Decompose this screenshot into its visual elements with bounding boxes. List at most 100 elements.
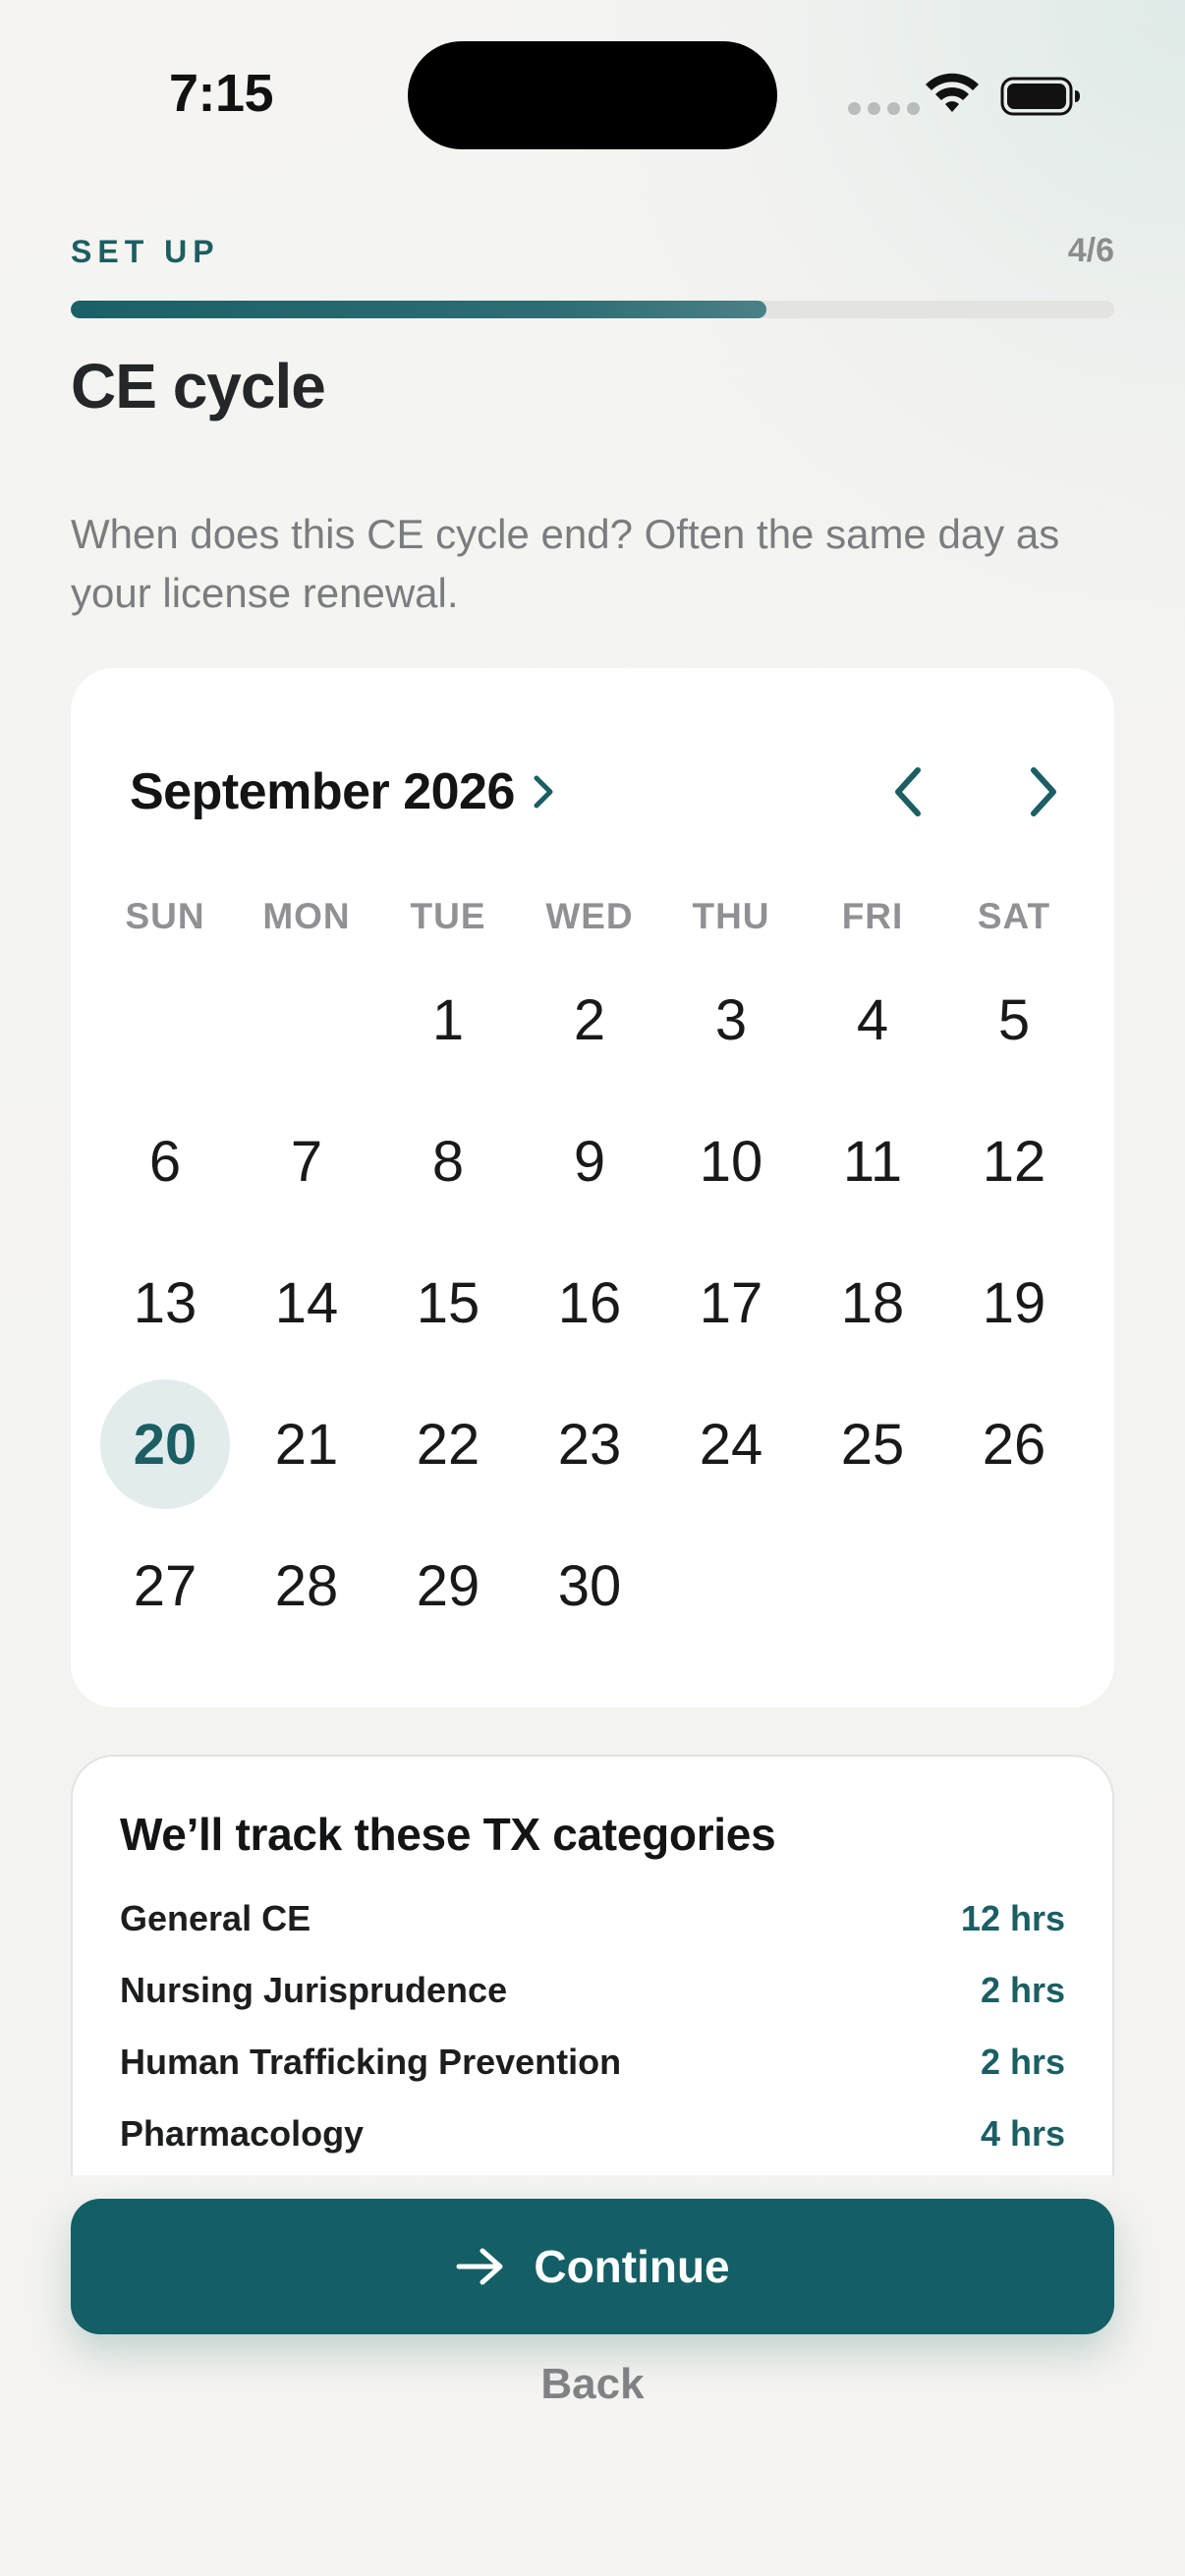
calendar-day[interactable]: 19 bbox=[943, 1232, 1085, 1373]
battery-icon bbox=[1000, 77, 1080, 116]
page-title: CE cycle bbox=[71, 351, 326, 421]
status-bar: 7:15 bbox=[0, 0, 1185, 167]
calendar-day[interactable]: 8 bbox=[377, 1091, 519, 1232]
calendar-day[interactable]: 23 bbox=[519, 1373, 660, 1515]
calendar-day[interactable]: 28 bbox=[236, 1515, 377, 1656]
date-picker-card: September 2026 SUN MON TUE WED THU FRI SAT 123… bbox=[71, 668, 1114, 1708]
calendar-blank-cell bbox=[236, 949, 377, 1091]
cellular-signal-icon bbox=[848, 102, 920, 115]
chevron-left-icon bbox=[895, 767, 921, 816]
calendar-day[interactable]: 26 bbox=[943, 1373, 1085, 1515]
chevron-right-icon bbox=[1031, 767, 1056, 816]
calendar-day-number: 27 bbox=[133, 1553, 198, 1618]
weekday-label: SUN bbox=[125, 896, 205, 936]
calendar-day[interactable]: 4 bbox=[802, 949, 943, 1091]
dynamic-island bbox=[408, 41, 777, 149]
calendar-day[interactable]: 10 bbox=[660, 1091, 802, 1232]
calendar-day[interactable]: 21 bbox=[236, 1373, 377, 1515]
back-button[interactable]: Back bbox=[0, 2360, 1185, 2409]
calendar-day-number: 11 bbox=[842, 1129, 903, 1194]
chevron-right-icon bbox=[534, 775, 553, 809]
calendar-day-number: 4 bbox=[856, 987, 889, 1052]
calendar-day-number: 29 bbox=[416, 1553, 480, 1618]
calendar-day[interactable]: 2 bbox=[519, 949, 660, 1091]
calendar-day-number: 20 bbox=[133, 1412, 198, 1477]
weekday-label: TUE bbox=[410, 896, 486, 936]
categories-card: We’ll track these TX categories General … bbox=[71, 1755, 1114, 2226]
calendar-day-number: 18 bbox=[840, 1270, 905, 1335]
calendar-day-number: 23 bbox=[557, 1412, 622, 1477]
setup-progress-bar bbox=[71, 301, 1114, 318]
setup-step-label: SET UP bbox=[71, 234, 220, 269]
calendar-day[interactable]: 14 bbox=[236, 1232, 377, 1373]
previous-month-button[interactable] bbox=[876, 760, 939, 823]
calendar-day-number: 1 bbox=[431, 987, 465, 1052]
month-year-label: September 2026 bbox=[130, 763, 515, 820]
calendar-day[interactable]: 24 bbox=[660, 1373, 802, 1515]
next-month-button[interactable] bbox=[1012, 760, 1075, 823]
calendar-day[interactable]: 11 bbox=[802, 1091, 943, 1232]
calendar-day[interactable]: 16 bbox=[519, 1232, 660, 1373]
calendar-day-number: 10 bbox=[699, 1129, 763, 1194]
calendar-day[interactable]: 1 bbox=[377, 949, 519, 1091]
weekday-label: THU bbox=[692, 896, 770, 936]
calendar-day-number: 26 bbox=[982, 1412, 1046, 1477]
category-row: Human Trafficking Prevention 2 hrs bbox=[120, 2026, 1065, 2098]
weekday-label: MON bbox=[262, 896, 351, 936]
calendar-day-number: 5 bbox=[997, 987, 1031, 1052]
calendar-day-number: 16 bbox=[557, 1270, 622, 1335]
calendar-day[interactable]: 18 bbox=[802, 1232, 943, 1373]
calendar-day-selected[interactable]: 20 bbox=[94, 1373, 236, 1515]
category-name: Nursing Jurisprudence bbox=[120, 1969, 508, 2010]
calendar-day[interactable]: 15 bbox=[377, 1232, 519, 1373]
calendar-day-number: 22 bbox=[416, 1412, 480, 1477]
category-hours: 2 hrs bbox=[980, 1969, 1065, 2010]
calendar-day[interactable]: 3 bbox=[660, 949, 802, 1091]
calendar-day[interactable]: 17 bbox=[660, 1232, 802, 1373]
category-name: Pharmacology bbox=[120, 2112, 365, 2154]
calendar-day-number: 7 bbox=[290, 1129, 323, 1194]
page-subtitle: When does this CE cycle end? Often the s… bbox=[71, 511, 1060, 616]
calendar-day-number: 30 bbox=[557, 1553, 622, 1618]
continue-button[interactable]: Continue bbox=[71, 2199, 1114, 2334]
calendar-day[interactable]: 13 bbox=[94, 1232, 236, 1373]
wifi-icon bbox=[926, 73, 979, 112]
status-time: 7:15 bbox=[169, 64, 274, 123]
calendar-day-number: 8 bbox=[431, 1129, 465, 1194]
calendar-day[interactable]: 9 bbox=[519, 1091, 660, 1232]
category-hours: 2 hrs bbox=[980, 2041, 1065, 2082]
calendar-day-number: 6 bbox=[148, 1129, 182, 1194]
calendar-day-number: 15 bbox=[416, 1270, 480, 1335]
categories-title: We’ll track these TX categories bbox=[120, 1809, 776, 1860]
categories-list: General CE 12 hrs Nursing Jurisprudence 2 h… bbox=[120, 1882, 1065, 2169]
calendar-day[interactable]: 29 bbox=[377, 1515, 519, 1656]
calendar-day[interactable]: 12 bbox=[943, 1091, 1085, 1232]
calendar-day[interactable]: 6 bbox=[94, 1091, 236, 1232]
weekday-label: SAT bbox=[977, 896, 1051, 936]
calendar-day-number: 24 bbox=[699, 1412, 763, 1477]
arrow-right-icon bbox=[456, 2248, 503, 2285]
category-hours: 12 hrs bbox=[960, 1897, 1065, 1938]
calendar-day-number: 21 bbox=[274, 1412, 339, 1477]
calendar-day-number: 9 bbox=[573, 1129, 606, 1194]
calendar-day-number: 28 bbox=[274, 1553, 339, 1618]
calendar-day-number: 3 bbox=[714, 987, 748, 1052]
category-row: Pharmacology 4 hrs bbox=[120, 2098, 1065, 2169]
category-hours: 4 hrs bbox=[980, 2112, 1065, 2154]
calendar-day-number: 2 bbox=[573, 987, 606, 1052]
calendar-day[interactable]: 30 bbox=[519, 1515, 660, 1656]
calendar-day[interactable]: 22 bbox=[377, 1373, 519, 1515]
calendar-day[interactable]: 5 bbox=[943, 949, 1085, 1091]
weekday-label: FRI bbox=[841, 896, 904, 936]
calendar-day-number: 17 bbox=[699, 1270, 763, 1335]
category-name: Human Trafficking Prevention bbox=[120, 2041, 622, 2082]
calendar-day[interactable]: 25 bbox=[802, 1373, 943, 1515]
calendar-blank-cell bbox=[94, 949, 236, 1091]
month-year-selector[interactable]: September 2026 bbox=[130, 762, 556, 821]
calendar-day[interactable]: 7 bbox=[236, 1091, 377, 1232]
calendar-day-number: 19 bbox=[982, 1270, 1046, 1335]
calendar-day[interactable]: 27 bbox=[94, 1515, 236, 1656]
calendar-day-number: 12 bbox=[982, 1129, 1046, 1194]
calendar-day-number: 13 bbox=[133, 1270, 198, 1335]
calendar-days-grid: 1 2 3 4 5 6 7 8 9 10 11 12 13 14 15 16 17 18 19 20 21 22 23 24 2… bbox=[94, 949, 1091, 1656]
